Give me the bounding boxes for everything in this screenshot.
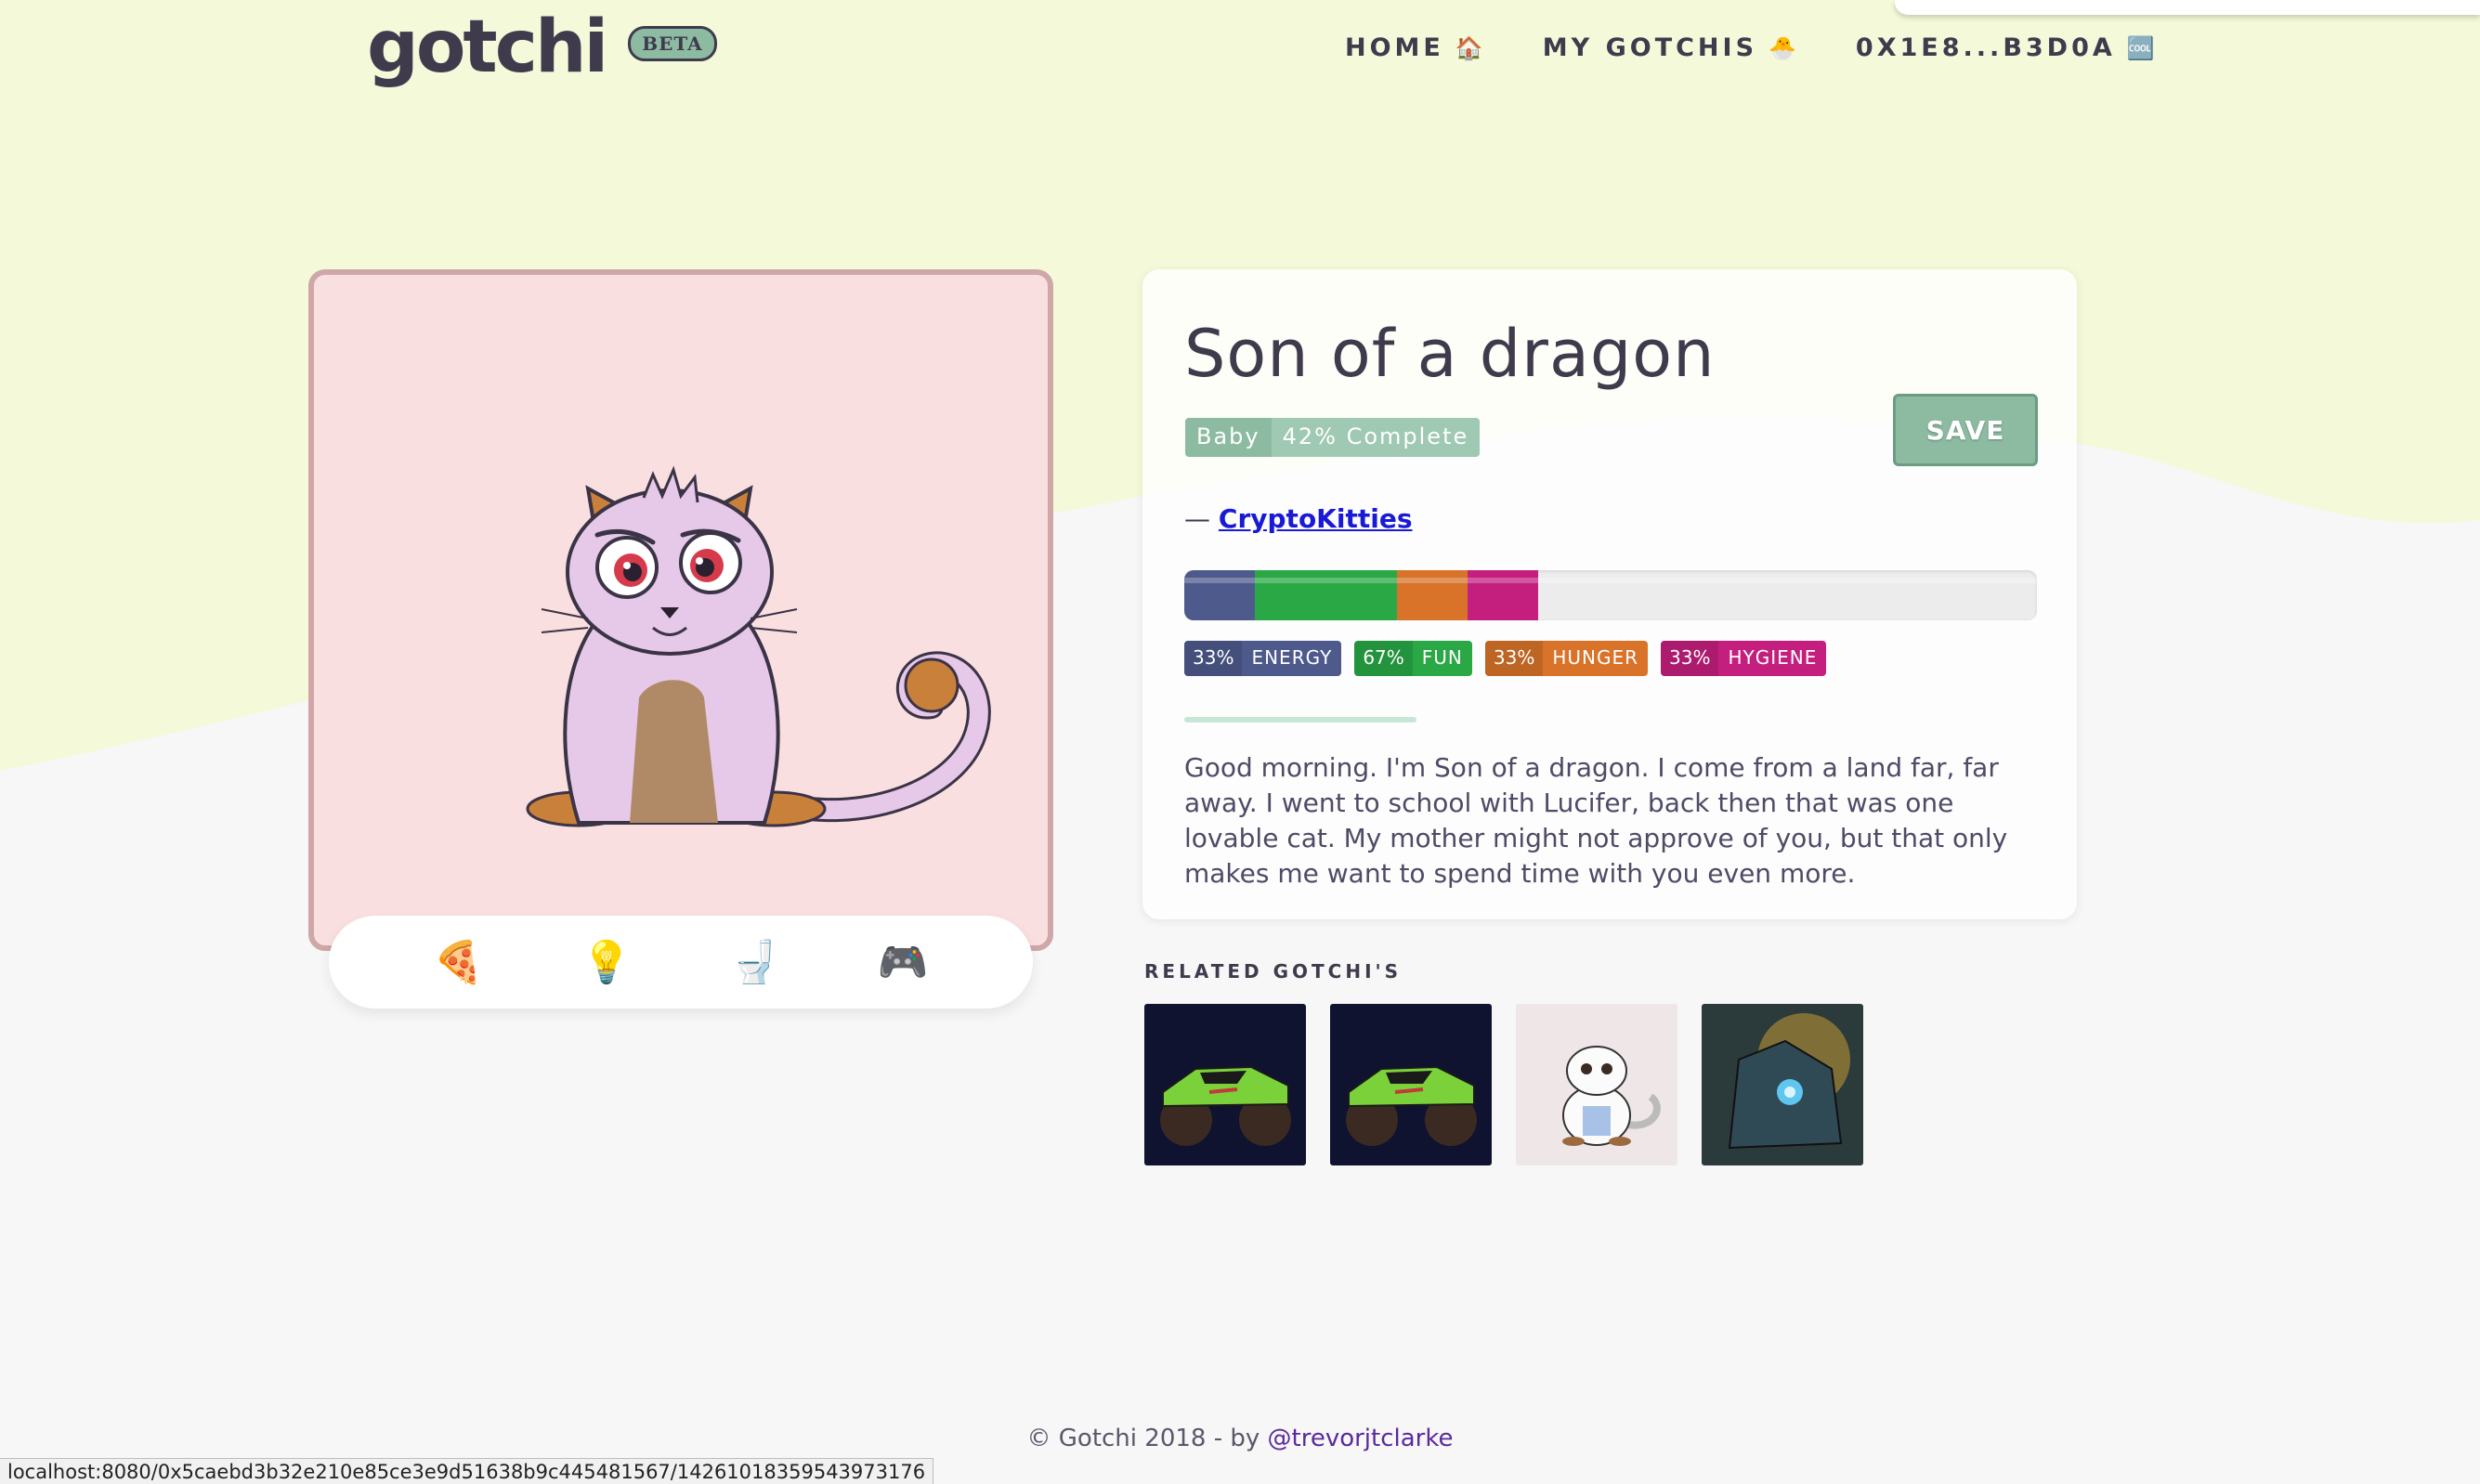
nav-home[interactable]: HOME 🏠 <box>1345 33 1483 62</box>
care-actions-bar: 🍕 💡 🚽 🎮 <box>329 916 1033 1009</box>
lightbulb-icon: 💡 <box>581 939 633 986</box>
monster-truck-image <box>1144 1004 1306 1165</box>
gotchi-bio: Good morning. I'm Son of a dragon. I com… <box>1184 752 2008 889</box>
related-gotchis <box>1144 1004 1863 1165</box>
pizza-icon: 🍕 <box>433 939 485 986</box>
footer: © Gotchi 2018 - by @trevorjtclarke <box>0 1425 2480 1452</box>
house-icon: 🏠 <box>1455 34 1483 61</box>
gamepad-icon: 🎮 <box>877 939 929 986</box>
main-nav: HOME 🏠 MY GOTCHIS 🐣 0X1E8...B3D0A 🆒 <box>1345 33 2155 62</box>
fun-label: FUN <box>1421 646 1463 669</box>
related-thumb-robot[interactable] <box>1702 1004 1863 1165</box>
related-thumb-monster-truck-2[interactable] <box>1330 1004 1492 1165</box>
hygiene-label: HYGIENE <box>1728 646 1818 669</box>
cool-icon: 🆒 <box>2126 34 2155 61</box>
nav-home-label: HOME <box>1345 33 1444 62</box>
top-right-card-edge <box>1895 0 2480 15</box>
hygiene-pct: 33% <box>1661 641 1719 676</box>
gotchi-info-card: Son of a dragon Baby 42% Complete SAVE —… <box>1142 269 2077 919</box>
fun-tag: 67% FUN <box>1354 641 1472 676</box>
hatching-chick-icon: 🐣 <box>1769 34 1796 61</box>
gotchi-cat-image <box>526 465 991 827</box>
footer-text: © Gotchi 2018 - by <box>1026 1425 1260 1452</box>
related-thumb-kitty[interactable] <box>1516 1004 1677 1165</box>
fun-pct: 67% <box>1354 641 1413 676</box>
feed-button[interactable]: 🍕 <box>426 930 491 995</box>
hygiene-tag: 33% HYGIENE <box>1661 641 1827 676</box>
clean-button[interactable]: 🚽 <box>723 930 788 995</box>
robot-image <box>1702 1004 1863 1165</box>
energy-label: ENERGY <box>1251 646 1333 669</box>
hunger-tag: 33% HUNGER <box>1484 641 1648 676</box>
toilet-icon: 🚽 <box>729 939 781 986</box>
related-title: RELATED GOTCHI'S <box>1144 960 1403 983</box>
logo[interactable]: gotchi BETA <box>367 11 717 84</box>
energy-button[interactable]: 💡 <box>574 930 639 995</box>
author-link[interactable]: @trevorjtclarke <box>1268 1425 1454 1452</box>
source-link[interactable]: CryptoKitties <box>1219 503 1413 534</box>
completion-label: 42% Complete <box>1271 418 1481 457</box>
stats-progress-bar <box>1184 570 2037 620</box>
nav-my-gotchis[interactable]: MY GOTCHIS 🐣 <box>1543 33 1796 62</box>
stage-label: Baby <box>1185 418 1272 457</box>
hunger-pct: 33% <box>1484 641 1544 676</box>
gotchi-name: Son of a dragon <box>1184 316 1716 392</box>
stage-badge: Baby 42% Complete <box>1185 418 1481 457</box>
nav-account-label: 0X1E8...B3D0A <box>1855 33 2116 62</box>
beta-badge: BETA <box>628 26 717 61</box>
kitty-image <box>1516 1004 1677 1165</box>
play-button[interactable]: 🎮 <box>870 930 935 995</box>
nav-account[interactable]: 0X1E8...B3D0A 🆒 <box>1856 33 2155 62</box>
logo-text: gotchi <box>367 6 608 89</box>
monster-truck-image <box>1330 1004 1492 1165</box>
nav-my-gotchis-label: MY GOTCHIS <box>1542 33 1758 62</box>
stat-tags: 33% ENERGY 67% FUN 33% HUNGER 33% HYGIEN… <box>1184 641 1827 676</box>
save-button[interactable]: SAVE <box>1893 394 2038 466</box>
energy-tag: 33% ENERGY <box>1184 641 1342 676</box>
related-thumb-monster-truck[interactable] <box>1144 1004 1306 1165</box>
energy-pct: 33% <box>1184 641 1243 676</box>
source-prefix: — <box>1184 503 1210 534</box>
browser-status-url: localhost:8080/0x5caebd3b32e210e85ce3e9d… <box>0 1458 934 1484</box>
gotchi-image-card <box>308 269 1053 951</box>
source-line: — CryptoKitties <box>1184 503 1413 534</box>
divider <box>1184 717 1416 722</box>
hunger-label: HUNGER <box>1552 646 1638 669</box>
